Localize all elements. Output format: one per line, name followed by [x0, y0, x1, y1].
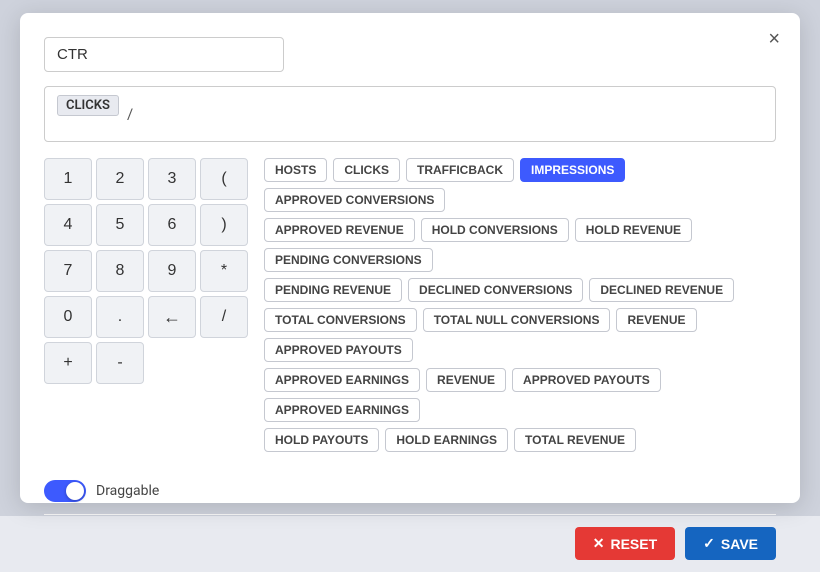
formula-divider: /: [123, 103, 137, 125]
numpad-divide[interactable]: /: [200, 296, 248, 338]
reset-button[interactable]: ✕ RESET: [575, 527, 675, 560]
save-button[interactable]: ✓ SAVE: [685, 527, 776, 560]
numpad-backspace[interactable]: ←: [148, 296, 196, 338]
save-label: SAVE: [721, 536, 758, 552]
draggable-label: Draggable: [96, 483, 159, 499]
tags-row-5: APPROVED EARNINGS REVENUE APPROVED PAYOU…: [264, 368, 776, 422]
numpad-1[interactable]: 1: [44, 158, 92, 200]
toggle-knob: [66, 482, 84, 500]
title-input[interactable]: [44, 37, 284, 72]
close-button[interactable]: ×: [762, 27, 786, 51]
numpad: 1 2 3 ( 4 5 6 ) 7 8 9 * 0 . ← / + -: [44, 158, 248, 452]
tag-pending-conversions[interactable]: PENDING CONVERSIONS: [264, 248, 433, 272]
tag-revenue-1[interactable]: REVENUE: [616, 308, 696, 332]
draggable-toggle[interactable]: [44, 480, 86, 502]
tag-revenue-2[interactable]: REVENUE: [426, 368, 506, 392]
footer: ✕ RESET ✓ SAVE: [44, 514, 776, 572]
tag-total-revenue[interactable]: TOTAL REVENUE: [514, 428, 636, 452]
formula-bar: CLICKS /: [44, 86, 776, 142]
tag-declined-conversions[interactable]: DECLINED CONVERSIONS: [408, 278, 583, 302]
numpad-3[interactable]: 3: [148, 158, 196, 200]
formula-token-clicks: CLICKS: [57, 95, 119, 116]
tag-approved-revenue[interactable]: APPROVED REVENUE: [264, 218, 415, 242]
tag-trafficback[interactable]: TRAFFICBACK: [406, 158, 514, 182]
tag-approved-earnings-1[interactable]: APPROVED EARNINGS: [264, 368, 420, 392]
tag-total-conversions[interactable]: TOTAL CONVERSIONS: [264, 308, 417, 332]
tags-panel: HOSTS CLICKS TRAFFICBACK IMPRESSIONS APP…: [264, 158, 776, 452]
tag-approved-earnings-2[interactable]: APPROVED EARNINGS: [264, 398, 420, 422]
numpad-9[interactable]: 9: [148, 250, 196, 292]
tags-row-2: APPROVED REVENUE HOLD CONVERSIONS HOLD R…: [264, 218, 776, 272]
reset-icon: ✕: [593, 535, 605, 552]
tag-hold-conversions[interactable]: HOLD CONVERSIONS: [421, 218, 569, 242]
tag-declined-revenue[interactable]: DECLINED REVENUE: [589, 278, 734, 302]
modal-overlay: × CLICKS / 1 2 3 ( 4 5 6 ) 7 8 9 * 0 .: [0, 0, 820, 516]
numpad-4[interactable]: 4: [44, 204, 92, 246]
reset-label: RESET: [610, 536, 657, 552]
tags-row-4: TOTAL CONVERSIONS TOTAL NULL CONVERSIONS…: [264, 308, 776, 362]
save-icon: ✓: [703, 535, 715, 552]
tags-row-3: PENDING REVENUE DECLINED CONVERSIONS DEC…: [264, 278, 776, 302]
numpad-open-paren[interactable]: (: [200, 158, 248, 200]
numpad-add[interactable]: +: [44, 342, 92, 384]
numpad-2[interactable]: 2: [96, 158, 144, 200]
tag-approved-payouts-2[interactable]: APPROVED PAYOUTS: [512, 368, 661, 392]
tag-total-null-conversions[interactable]: TOTAL NULL CONVERSIONS: [423, 308, 611, 332]
numpad-subtract[interactable]: -: [96, 342, 144, 384]
tag-clicks[interactable]: CLICKS: [333, 158, 400, 182]
tags-row-6: HOLD PAYOUTS HOLD EARNINGS TOTAL REVENUE: [264, 428, 776, 452]
tags-row-1: HOSTS CLICKS TRAFFICBACK IMPRESSIONS APP…: [264, 158, 776, 212]
draggable-row: Draggable: [44, 468, 776, 514]
tag-impressions[interactable]: IMPRESSIONS: [520, 158, 625, 182]
tag-pending-revenue[interactable]: PENDING REVENUE: [264, 278, 402, 302]
tag-approved-payouts-1[interactable]: APPROVED PAYOUTS: [264, 338, 413, 362]
numpad-6[interactable]: 6: [148, 204, 196, 246]
numpad-close-paren[interactable]: ): [200, 204, 248, 246]
tag-hold-earnings[interactable]: HOLD EARNINGS: [385, 428, 508, 452]
numpad-dot[interactable]: .: [96, 296, 144, 338]
tag-approved-conversions[interactable]: APPROVED CONVERSIONS: [264, 188, 445, 212]
modal: × CLICKS / 1 2 3 ( 4 5 6 ) 7 8 9 * 0 .: [20, 13, 800, 503]
numpad-8[interactable]: 8: [96, 250, 144, 292]
tag-hosts[interactable]: HOSTS: [264, 158, 327, 182]
numpad-0[interactable]: 0: [44, 296, 92, 338]
numpad-5[interactable]: 5: [96, 204, 144, 246]
tag-hold-payouts[interactable]: HOLD PAYOUTS: [264, 428, 379, 452]
numpad-multiply[interactable]: *: [200, 250, 248, 292]
tag-hold-revenue[interactable]: HOLD REVENUE: [575, 218, 692, 242]
main-area: 1 2 3 ( 4 5 6 ) 7 8 9 * 0 . ← / + -: [44, 158, 776, 452]
numpad-7[interactable]: 7: [44, 250, 92, 292]
